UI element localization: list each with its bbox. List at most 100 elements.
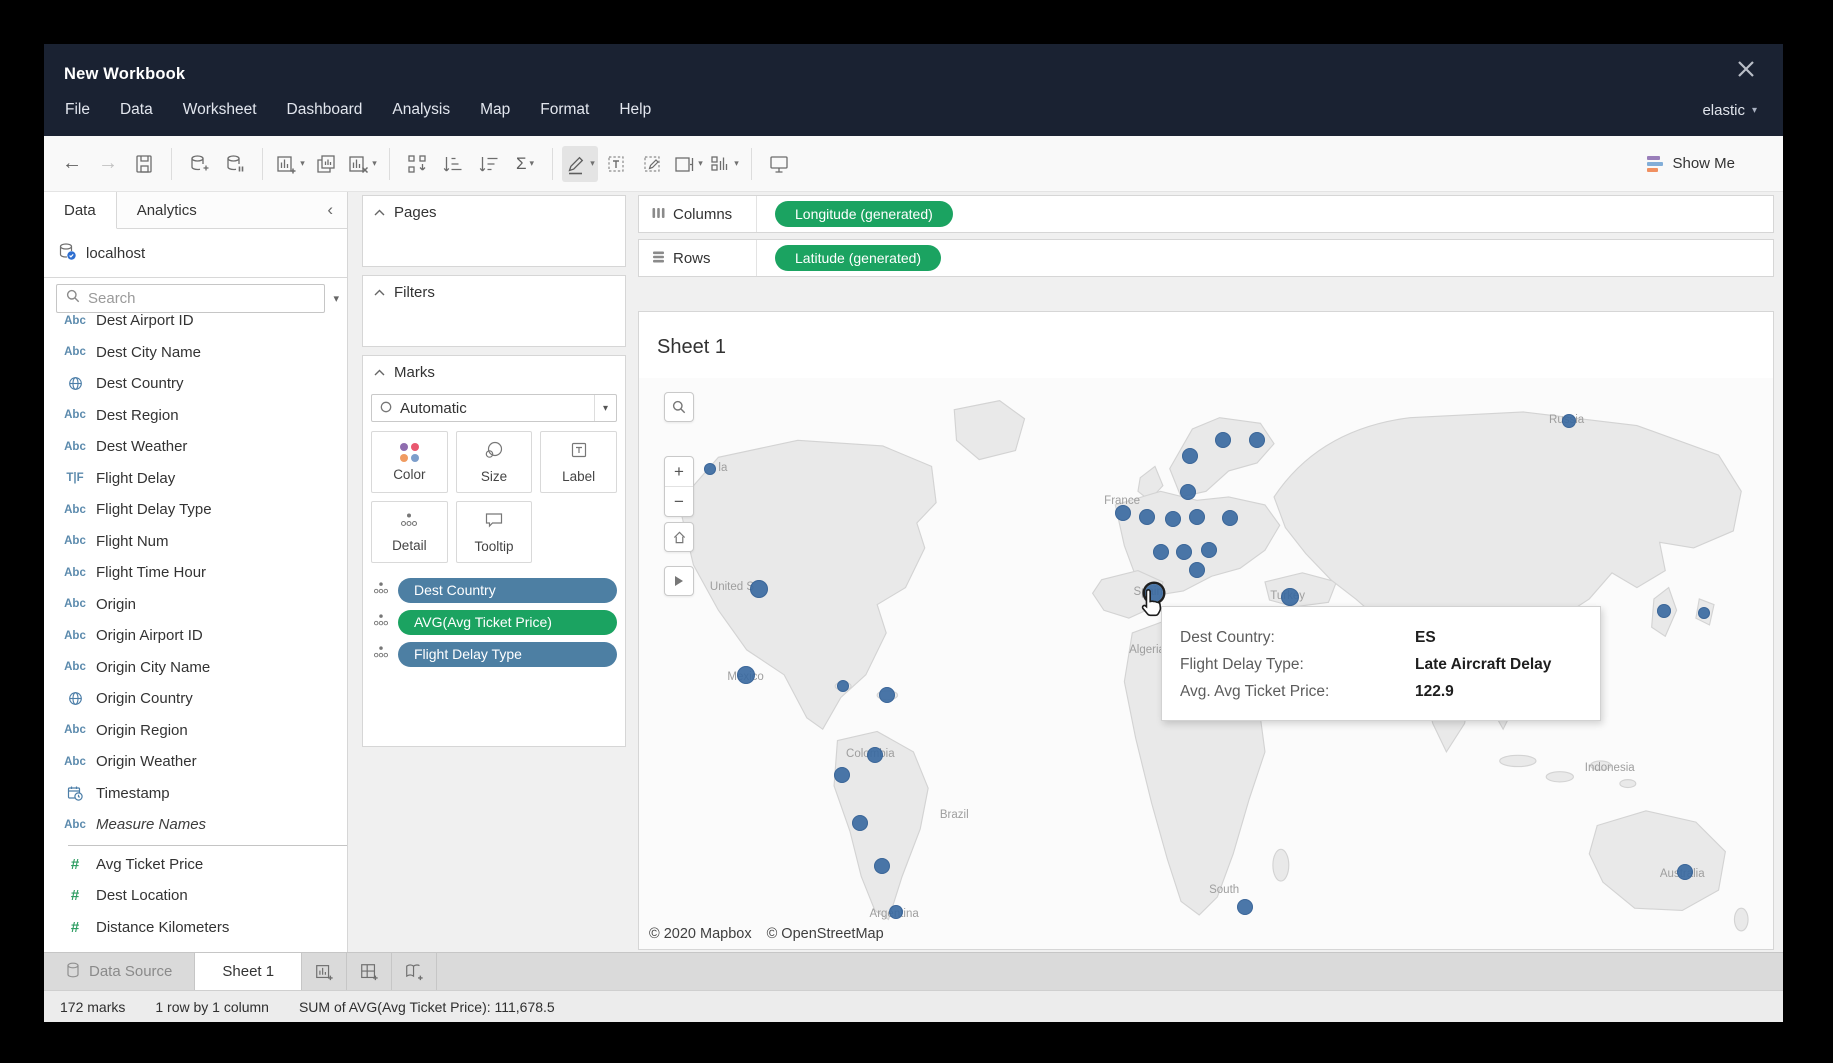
color-button[interactable]: Color [371, 431, 448, 493]
fit-icon[interactable]: ▾ [670, 146, 706, 182]
label-button[interactable]: Label [540, 431, 617, 493]
map-mark[interactable] [834, 767, 850, 783]
map-mark[interactable] [1237, 899, 1253, 915]
tooltip-button[interactable]: Tooltip [456, 501, 533, 563]
menu-item-data[interactable]: Data [105, 101, 168, 119]
map-mark[interactable] [1182, 448, 1198, 464]
pages-card-header[interactable]: Pages [363, 196, 625, 228]
mark-type-dropdown[interactable]: Automatic ▾ [371, 394, 617, 422]
field-origin-airport-id[interactable]: AbcOrigin Airport ID [44, 620, 347, 652]
field-dest-location[interactable]: #Dest Location [44, 880, 347, 912]
pause-updates-icon[interactable] [217, 146, 253, 182]
totals-icon[interactable]: Σ▾ [507, 146, 543, 182]
presentation-icon[interactable] [761, 146, 797, 182]
data-source-connection[interactable]: localhost [44, 229, 347, 278]
map-mark[interactable] [1201, 542, 1217, 558]
collapse-panel-icon[interactable]: ‹ [217, 192, 347, 229]
field-dest-weather[interactable]: AbcDest Weather [44, 431, 347, 463]
map-mark[interactable] [1180, 484, 1196, 500]
marks-card-header[interactable]: Marks [363, 356, 625, 388]
marks-pill-flight-delay-type[interactable]: Flight Delay Type [398, 642, 617, 667]
map-mark[interactable] [1657, 604, 1671, 618]
new-worksheet-tab-icon[interactable] [302, 953, 347, 990]
map-mark[interactable] [1281, 588, 1299, 606]
clear-sheet-icon[interactable]: ▾ [344, 146, 380, 182]
menu-item-help[interactable]: Help [604, 101, 666, 119]
sort-ascending-icon[interactable] [435, 146, 471, 182]
text-label-icon[interactable] [598, 146, 634, 182]
field-dest-airport-id[interactable]: AbcDest Airport ID [44, 305, 347, 337]
field-dest-city-name[interactable]: AbcDest City Name [44, 337, 347, 369]
field-origin-weather[interactable]: AbcOrigin Weather [44, 746, 347, 778]
menu-item-file[interactable]: File [50, 101, 105, 119]
map-mark[interactable] [1176, 544, 1192, 560]
map-mark[interactable] [1189, 562, 1205, 578]
columns-pill[interactable]: Longitude (generated) [775, 201, 953, 227]
size-button[interactable]: Size [456, 431, 533, 493]
rows-pill[interactable]: Latitude (generated) [775, 245, 941, 271]
map-mark[interactable] [750, 580, 768, 598]
map-pan-button[interactable] [664, 566, 694, 596]
save-icon[interactable] [126, 146, 162, 182]
duplicate-sheet-icon[interactable] [308, 146, 344, 182]
map-view[interactable]: laUnited SMexicoColombiaBrazilArgentinaF… [639, 378, 1773, 949]
marks-pill-dest-country[interactable]: Dest Country [398, 578, 617, 603]
redo-icon[interactable]: → [90, 146, 126, 182]
tab-data-source[interactable]: Data Source [44, 953, 194, 990]
field-dest-country[interactable]: Dest Country [44, 368, 347, 400]
new-dashboard-tab-icon[interactable] [347, 953, 392, 990]
map-mark[interactable] [1215, 432, 1231, 448]
field-measure-names[interactable]: AbcMeasure Names [44, 809, 347, 841]
map-mark[interactable] [1677, 864, 1693, 880]
menu-item-map[interactable]: Map [465, 101, 525, 119]
field-distance-kilometers[interactable]: #Distance Kilometers [44, 912, 347, 944]
menu-item-analysis[interactable]: Analysis [377, 101, 465, 119]
cells-icon[interactable]: ▾ [706, 146, 742, 182]
map-mark[interactable] [737, 666, 755, 684]
swap-rows-columns-icon[interactable] [399, 146, 435, 182]
tab-analytics[interactable]: Analytics [117, 192, 217, 229]
field-flight-delay-type[interactable]: AbcFlight Delay Type [44, 494, 347, 526]
field-origin[interactable]: AbcOrigin [44, 589, 347, 621]
map-mark[interactable] [1153, 544, 1169, 560]
map-mark[interactable] [852, 815, 868, 831]
map-search-button[interactable] [664, 392, 694, 422]
field-origin-city-name[interactable]: AbcOrigin City Name [44, 652, 347, 684]
show-me-button[interactable]: Show Me [1647, 155, 1735, 172]
zoom-out-icon[interactable]: − [665, 487, 693, 516]
new-worksheet-icon[interactable]: ▾ [272, 146, 308, 182]
map-mark[interactable] [1139, 509, 1155, 525]
field-flight-num[interactable]: AbcFlight Num [44, 526, 347, 558]
map-mark[interactable] [1249, 432, 1265, 448]
marks-pill-avg-avg-ticket-price[interactable]: AVG(Avg Ticket Price) [398, 610, 617, 635]
osm-attribution[interactable]: © OpenStreetMap [767, 926, 884, 942]
map-mark[interactable] [889, 905, 903, 919]
new-datasource-icon[interactable] [181, 146, 217, 182]
undo-icon[interactable]: ← [54, 146, 90, 182]
zoom-in-icon[interactable]: + [665, 457, 693, 487]
columns-shelf[interactable]: Columns Longitude (generated) [638, 195, 1774, 233]
field-avg-ticket-price[interactable]: #Avg Ticket Price [44, 849, 347, 881]
map-mark[interactable] [1115, 505, 1131, 521]
map-mark[interactable] [704, 463, 716, 475]
map-mark[interactable] [1222, 510, 1238, 526]
map-mark[interactable] [837, 680, 849, 692]
map-mark[interactable] [1165, 511, 1181, 527]
user-menu[interactable]: elastic ▾ [1702, 102, 1783, 119]
new-story-tab-icon[interactable] [392, 953, 437, 990]
highlight-icon[interactable]: ▾ [562, 146, 598, 182]
menu-item-format[interactable]: Format [525, 101, 604, 119]
menu-item-worksheet[interactable]: Worksheet [168, 101, 272, 119]
field-dest-region[interactable]: AbcDest Region [44, 400, 347, 432]
sort-descending-icon[interactable] [471, 146, 507, 182]
rows-shelf[interactable]: Rows Latitude (generated) [638, 239, 1774, 277]
map-home-button[interactable] [664, 522, 694, 552]
map-mark[interactable] [1189, 509, 1205, 525]
close-icon[interactable] [1735, 58, 1757, 80]
annotate-icon[interactable] [634, 146, 670, 182]
map-mark[interactable] [867, 747, 883, 763]
field-timestamp[interactable]: Timestamp [44, 778, 347, 810]
map-mark[interactable] [1698, 607, 1710, 619]
menu-item-dashboard[interactable]: Dashboard [272, 101, 378, 119]
field-menu-icon[interactable]: ▾ [333, 292, 339, 305]
